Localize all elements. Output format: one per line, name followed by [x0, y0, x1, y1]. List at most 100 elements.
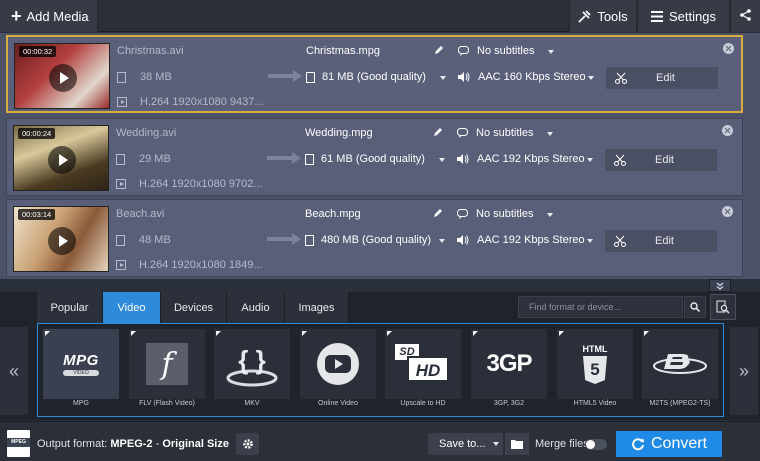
format-tile-online-video[interactable] [300, 329, 376, 399]
format-list: MPG VIDEO MPG f FLV (Flash Video) { } MK… [37, 323, 724, 417]
add-media-button[interactable]: + Add Media [0, 0, 98, 32]
close-icon[interactable] [722, 125, 733, 136]
output-size-dropdown[interactable]: 480 MB (Good quality) [305, 234, 431, 246]
audio-dropdown[interactable]: AAC 192 Kbps Stereo [457, 234, 585, 246]
video-thumbnail[interactable]: 00:00:32 [14, 43, 110, 109]
tools-button[interactable]: Tools [569, 0, 636, 32]
format-tile-m2ts[interactable] [642, 329, 718, 399]
output-size-dropdown[interactable]: 61 MB (Good quality) [305, 153, 425, 165]
tab-images[interactable]: Images [285, 292, 349, 323]
settings-button[interactable]: Settings [637, 0, 729, 32]
speaker-icon [458, 72, 470, 82]
search-icon [690, 302, 700, 312]
tab-video[interactable]: Video [103, 292, 161, 323]
search-button[interactable] [684, 296, 706, 318]
chevron-down-icon[interactable] [587, 158, 593, 162]
video-icon [117, 97, 127, 107]
format-search-input[interactable] [518, 296, 683, 318]
output-filename[interactable]: Wedding.mpg [305, 127, 373, 139]
file-row[interactable]: 00:03:14 Beach.avi 48 MB H.264 1920x1080… [6, 199, 743, 277]
play-icon[interactable] [48, 146, 76, 174]
speech-bubble-icon [457, 209, 468, 219]
audio-dropdown[interactable]: AAC 160 Kbps Stereo [458, 71, 586, 83]
speaker-icon [457, 235, 469, 245]
chevron-down-icon[interactable] [548, 50, 554, 54]
pencil-icon[interactable] [433, 208, 443, 221]
open-folder-button[interactable] [505, 433, 529, 455]
close-icon[interactable] [723, 43, 734, 54]
subtitles-dropdown[interactable]: No subtitles [458, 45, 534, 57]
chevron-down-icon[interactable] [547, 132, 553, 136]
mpg-logo-sub: VIDEO [63, 370, 99, 376]
subtitles-label: No subtitles [476, 208, 534, 220]
audio-dropdown[interactable]: AAC 192 Kbps Stereo [457, 153, 585, 165]
format-tile-upscale-hd[interactable]: SD HD [385, 329, 461, 399]
file-row[interactable]: 00:00:32 Christmas.avi 38 MB H.264 1920x… [6, 35, 743, 113]
tab-audio[interactable]: Audio [227, 292, 285, 323]
play-icon[interactable] [48, 227, 76, 255]
scroll-right-button[interactable]: » [730, 327, 758, 415]
top-toolbar: + Add Media Tools Settings [0, 0, 760, 32]
format-tile-3gp[interactable]: 3GP [471, 329, 547, 399]
play-icon[interactable] [49, 64, 77, 92]
source-size-label: 29 MB [139, 153, 171, 165]
chevron-down-icon[interactable] [547, 213, 553, 217]
file-row[interactable]: 00:00:24 Wedding.avi 29 MB H.264 1920x10… [6, 118, 743, 196]
audio-label: AAC 160 Kbps Stereo [478, 71, 586, 83]
share-button[interactable] [730, 0, 760, 32]
edit-button[interactable]: Edit [605, 149, 717, 171]
format-tile-flv[interactable]: f [129, 329, 205, 399]
format-label: 3GP, 3G2 [493, 400, 525, 407]
convert-button[interactable]: Convert [616, 431, 722, 457]
format-tile-mpg[interactable]: MPG VIDEO [43, 329, 119, 399]
close-icon[interactable] [722, 206, 733, 217]
chevron-down-icon[interactable] [439, 158, 445, 162]
pencil-icon[interactable] [434, 45, 444, 58]
output-settings-button[interactable] [236, 433, 259, 455]
source-codec-label: H.264 1920x1080 9702... [139, 178, 263, 190]
output-format[interactable]: Output format: MPEG-2 - Original Size [37, 438, 229, 450]
subtitles-dropdown[interactable]: No subtitles [457, 127, 533, 139]
audio-label: AAC 192 Kbps Stereo [477, 234, 585, 246]
output-size-dropdown[interactable]: 81 MB (Good quality) [306, 71, 426, 83]
scroll-left-button[interactable]: « [0, 327, 28, 415]
pencil-icon[interactable] [433, 127, 443, 140]
source-filename: Beach.avi [116, 208, 165, 220]
tab-devices[interactable]: Devices [161, 292, 227, 323]
merge-files-toggle[interactable] [585, 439, 607, 450]
scissors-icon [615, 72, 627, 84]
chevron-down-icon[interactable] [439, 239, 445, 243]
video-thumbnail[interactable]: 00:00:24 [13, 125, 109, 191]
convert-label: Convert [650, 435, 708, 452]
chevron-down-icon[interactable] [440, 76, 446, 80]
menu-icon [651, 10, 663, 22]
format-tile-html5[interactable]: HTML 5 [557, 329, 633, 399]
video-thumbnail[interactable]: 00:03:14 [13, 206, 109, 272]
source-codec: H.264 1920x1080 9702... [116, 178, 263, 190]
edit-button[interactable]: Edit [605, 230, 717, 252]
html5-logo-icon: HTML 5 [557, 329, 633, 399]
subtitles-dropdown[interactable]: No subtitles [457, 208, 533, 220]
output-filename[interactable]: Beach.mpg [305, 208, 361, 220]
tab-popular[interactable]: Popular [37, 292, 103, 323]
subtitles-label: No subtitles [476, 127, 534, 139]
save-to-dropdown[interactable]: Save to... [428, 433, 503, 455]
source-size: 38 MB [117, 71, 172, 83]
speaker-icon [457, 154, 469, 164]
output-format-icon: MPEG [7, 430, 30, 457]
edit-button[interactable]: Edit [606, 67, 718, 89]
chevron-down-icon[interactable] [587, 239, 593, 243]
edit-label: Edit [655, 235, 674, 247]
add-media-label: Add Media [26, 8, 89, 24]
source-codec: H.264 1920x1080 9437... [117, 96, 264, 108]
file-icon [305, 234, 314, 246]
format-tile-mkv[interactable]: { } [214, 329, 290, 399]
format-label: Online Video [318, 400, 358, 407]
output-filename[interactable]: Christmas.mpg [306, 45, 380, 57]
chevron-down-icon[interactable] [588, 76, 594, 80]
detect-device-button[interactable] [710, 294, 736, 320]
source-codec: H.264 1920x1080 1849... [116, 259, 263, 271]
3gp-logo-text: 3GP [486, 350, 532, 377]
format-label: M2TS (MPEG2-TS) [649, 400, 711, 407]
collapse-panel-button[interactable] [709, 279, 731, 292]
